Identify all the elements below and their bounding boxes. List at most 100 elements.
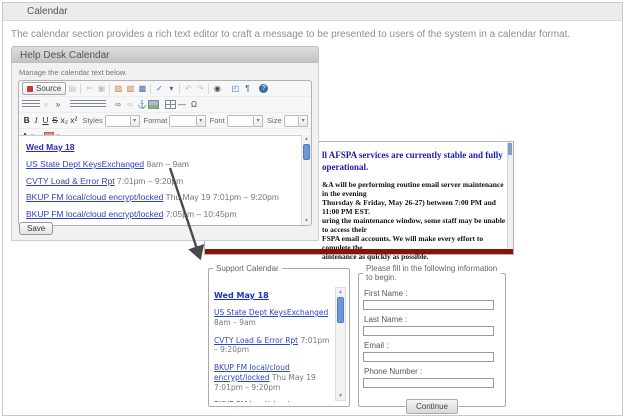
paste-text-icon[interactable]: ▧ — [124, 83, 136, 94]
toolbar-separator — [208, 84, 209, 94]
bold-button[interactable]: B — [22, 115, 31, 126]
spellcheck-icon[interactable]: ✓ — [153, 83, 165, 94]
align-right-icon[interactable] — [88, 100, 97, 109]
editor-event-link[interactable]: BKUP FM local/cloud encrypt/locked — [26, 209, 163, 219]
align-center-icon[interactable] — [79, 100, 88, 109]
page-title: Calendar — [3, 3, 622, 21]
support-calendar-scrollbar[interactable]: ▲ ▼ — [335, 287, 346, 401]
first-name-field-label: First Name : — [364, 289, 501, 298]
copy-icon[interactable]: ▣ — [95, 83, 107, 94]
styles-dropdown[interactable] — [105, 115, 131, 127]
source-label: Source — [36, 84, 61, 93]
indent-icon[interactable]: » — [52, 99, 64, 110]
unlink-icon[interactable]: ∞ — [124, 99, 136, 110]
editor-scrollbar-thumb[interactable] — [303, 144, 310, 160]
afspa-status-text: ll AFSPA services are currently stable a… — [322, 150, 508, 261]
calendar-event: CVTY Load & Error Rpt 7:01pm – 9:20pm — [214, 336, 335, 356]
templates-icon[interactable]: ▤ — [66, 83, 78, 94]
first-name-field[interactable] — [363, 300, 494, 310]
editor-content-area[interactable]: Wed May 18US State Dept KeysExchanged 8a… — [19, 135, 311, 225]
source-button[interactable]: Source — [22, 82, 66, 95]
size-dropdown[interactable] — [284, 115, 300, 127]
email-field[interactable] — [363, 352, 494, 362]
calendar-event: BKUP FM local/cloud encrypt/locked Thu M… — [214, 363, 335, 392]
font-dropdown-arrow-icon[interactable]: ▾ — [254, 115, 263, 127]
support-calendar-panel: Support Calendar Wed May 18US State Dept… — [208, 264, 350, 407]
italic-button[interactable]: I — [31, 115, 40, 126]
spellcheck-menu-arrow-icon[interactable]: ▾ — [165, 83, 177, 94]
format-dropdown[interactable] — [169, 115, 197, 127]
scroll-down-icon[interactable]: ▼ — [336, 392, 345, 400]
strikethrough-button[interactable]: S — [50, 115, 59, 126]
afspa-status-headline: ll AFSPA services are currently stable a… — [322, 150, 508, 173]
editor-event-link[interactable]: BKUP FM local/cloud encrypt/locked — [26, 192, 163, 202]
toolbar-row-2: «»∞∞⚓—Ω — [19, 96, 311, 112]
event-time: 7:05pm – 10:45pm — [163, 209, 236, 219]
last-name-field-label: Last Name : — [364, 315, 501, 324]
scroll-up-icon[interactable]: ▲ — [336, 288, 345, 296]
anchor-icon[interactable]: ⚓ — [136, 99, 148, 110]
align-left-icon[interactable] — [70, 100, 79, 109]
underline-button[interactable]: U — [41, 115, 50, 126]
calendar-event: BKUP FM local/cloud encrypt/locked 7:05p… — [26, 209, 297, 220]
support-event-link[interactable]: CVTY Load & Error Rpt — [214, 336, 298, 345]
size-dropdown-label: Size — [267, 116, 282, 125]
editor-event-link[interactable]: CVTY Load & Error Rpt — [26, 176, 115, 186]
align-justify-icon[interactable] — [97, 100, 106, 109]
outdent-icon[interactable]: « — [40, 99, 52, 110]
scroll-down-icon[interactable]: ▼ — [302, 217, 311, 225]
scroll-up-icon[interactable]: ▲ — [302, 135, 311, 143]
paste-word-icon[interactable]: ▩ — [136, 83, 148, 94]
link-icon[interactable]: ∞ — [112, 99, 124, 110]
format-dropdown-arrow-icon[interactable]: ▾ — [197, 115, 206, 127]
editor-scrollbar[interactable]: ▲ ▼ — [301, 135, 311, 225]
toolbar-separator — [80, 84, 81, 94]
signup-form-panel: Please fill in the following information… — [358, 264, 506, 407]
status-accent-bar — [205, 249, 513, 254]
event-time: 7:01pm – 9:20pm — [115, 176, 184, 186]
save-button[interactable]: Save — [19, 222, 53, 235]
last-name-field[interactable] — [363, 326, 494, 336]
horizontal-rule-icon[interactable]: — — [176, 99, 188, 110]
event-time: Thu May 19 7:01pm – 9:20pm — [163, 192, 279, 202]
status-body-line: Thursday & Friday, May 26-27) between 7:… — [322, 198, 508, 216]
support-event-link[interactable]: US State Dept KeysExchanged — [214, 308, 328, 317]
status-scrollbar-thumb[interactable] — [508, 143, 512, 155]
cut-icon[interactable]: ✂ — [83, 83, 95, 94]
font-dropdown[interactable] — [227, 115, 255, 127]
calendar-event: CVTY Load & Error Rpt 7:01pm – 9:20pm — [26, 176, 297, 187]
subscript-button[interactable]: x₂ — [60, 115, 69, 126]
undo-icon[interactable]: ↶ — [182, 83, 194, 94]
page-description: The calendar section provides a rich tex… — [11, 29, 570, 40]
styles-dropdown-arrow-icon[interactable]: ▾ — [131, 115, 140, 127]
status-body-line: &A will be performing routine email serv… — [322, 180, 508, 198]
redo-icon[interactable]: ↷ — [194, 83, 206, 94]
image-icon[interactable] — [148, 100, 159, 109]
numbered-list-icon[interactable] — [22, 100, 31, 109]
rich-text-editor: Source▤✂▣▨▧▩✓▾↶↷◉◰¶? «»∞∞⚓—Ω BIUSx₂x²Sty… — [18, 80, 312, 226]
special-char-icon[interactable]: Ω — [188, 99, 200, 110]
format-dropdown-label: Format — [144, 116, 168, 125]
bulleted-list-icon[interactable] — [31, 100, 40, 109]
find-replace-icon[interactable]: ◉ — [211, 83, 223, 94]
support-event-link[interactable]: BKUP FM local/cloud encrypt/locked — [214, 400, 290, 402]
toolbar-row-3: BIUSx₂x²Styles▾Format▾Font▾Size▾ — [19, 112, 311, 128]
about-icon[interactable]: ? — [259, 84, 268, 93]
calendar-event: BKUP FM local/cloud encrypt/locked Thu M… — [26, 192, 297, 203]
status-scrollbar[interactable] — [507, 142, 513, 249]
help-desk-calendar-panel: Help Desk Calendar Manage the calendar t… — [11, 46, 319, 241]
editor-event-link[interactable]: US State Dept KeysExchanged — [26, 159, 144, 169]
day-header: Wed May 18 — [214, 291, 335, 300]
superscript-button[interactable]: x² — [69, 115, 78, 126]
table-icon[interactable] — [165, 100, 176, 109]
paste-icon[interactable]: ▨ — [112, 83, 124, 94]
support-calendar-scrollbar-thumb[interactable] — [337, 297, 344, 323]
phone-number-field[interactable] — [363, 378, 494, 388]
maximize-icon[interactable]: ◰ — [229, 83, 241, 94]
size-dropdown-arrow-icon[interactable]: ▾ — [299, 115, 308, 127]
continue-button[interactable]: Continue — [406, 399, 458, 414]
status-body-line: uring the maintenance window, some staff… — [322, 216, 508, 234]
panel-title: Help Desk Calendar — [11, 46, 319, 63]
day-header: Wed May 18 — [26, 142, 297, 152]
show-blocks-icon[interactable]: ¶ — [241, 83, 253, 94]
